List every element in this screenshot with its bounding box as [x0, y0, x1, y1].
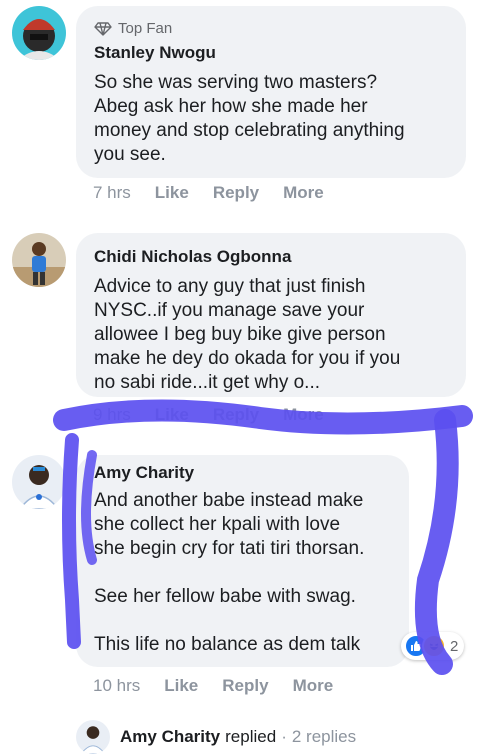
- comment-text-line: See her fellow babe with swag.: [94, 586, 356, 607]
- more-button[interactable]: More: [283, 405, 324, 425]
- reply-author[interactable]: Amy Charity: [120, 727, 220, 747]
- reply-button[interactable]: Reply: [213, 405, 259, 425]
- comment-author[interactable]: Amy Charity: [94, 463, 391, 483]
- comment-text-line: she begin cry for tati tiri thorsan.: [94, 538, 365, 559]
- reaction-summary[interactable]: 2: [401, 632, 465, 660]
- comment-text-line: no sabi ride...it get why o...: [94, 372, 321, 393]
- comment-text-line: she collect her kpali with love: [94, 514, 341, 535]
- comment-actions: 7 hrs Like Reply More: [93, 183, 348, 203]
- reply-button[interactable]: Reply: [222, 676, 268, 696]
- comment-text-line: And another babe instead make: [94, 490, 364, 511]
- comment-actions: 10 hrs Like Reply More: [93, 676, 357, 696]
- diamond-icon: [94, 21, 112, 36]
- comment-timestamp[interactable]: 7 hrs: [93, 183, 131, 203]
- comment-text-line: allowee I beg buy bike give person: [94, 324, 386, 345]
- top-fan-badge: Top Fan: [94, 20, 448, 37]
- reaction-count: 2: [450, 637, 459, 655]
- comment-text-line: NYSC..if you manage save your: [94, 300, 365, 321]
- avatar[interactable]: [12, 6, 66, 60]
- comment-bubble[interactable]: Amy Charity And another babe instead mak…: [76, 455, 409, 667]
- reply-verb: replied: [225, 727, 277, 746]
- reply-separator: ·: [281, 727, 287, 746]
- comment-text-line: Advice to any guy that just finish: [94, 276, 366, 297]
- like-button[interactable]: Like: [164, 676, 198, 696]
- avatar[interactable]: [12, 233, 66, 287]
- comment-actions: 9 hrs Like Reply More: [93, 405, 348, 425]
- reply-avatar: [76, 720, 110, 754]
- comment-author[interactable]: Stanley Nwogu: [94, 43, 448, 63]
- haha-reaction-icon: [422, 634, 446, 658]
- more-button[interactable]: More: [293, 676, 334, 696]
- avatar[interactable]: [12, 455, 66, 509]
- more-button[interactable]: More: [283, 183, 324, 203]
- comment-timestamp[interactable]: 10 hrs: [93, 676, 140, 696]
- badge-label: Top Fan: [118, 20, 173, 37]
- comment-text-line: make he dey do okada for you if you: [94, 348, 401, 369]
- comment-bubble[interactable]: Top Fan Stanley Nwogu So she was serving…: [76, 6, 466, 178]
- like-button[interactable]: Like: [155, 183, 189, 203]
- comment-text-line: you see.: [94, 144, 166, 165]
- comment-text-line: So she was serving two masters?: [94, 72, 378, 93]
- reply-count[interactable]: 2 replies: [292, 727, 356, 747]
- comment-bubble[interactable]: Chidi Nicholas Ogbonna Advice to any guy…: [76, 233, 466, 397]
- comment-text-line: money and stop celebrating anything: [94, 120, 405, 141]
- comment-text-line: Abeg ask her how she made her: [94, 96, 368, 117]
- like-button[interactable]: Like: [155, 405, 189, 425]
- comment-author[interactable]: Chidi Nicholas Ogbonna: [94, 247, 448, 267]
- view-replies-link[interactable]: Amy Charity replied · 2 replies: [76, 720, 356, 754]
- reply-button[interactable]: Reply: [213, 183, 259, 203]
- comment-timestamp[interactable]: 9 hrs: [93, 405, 131, 425]
- comment-text-line: This life no balance as dem talk: [94, 634, 361, 655]
